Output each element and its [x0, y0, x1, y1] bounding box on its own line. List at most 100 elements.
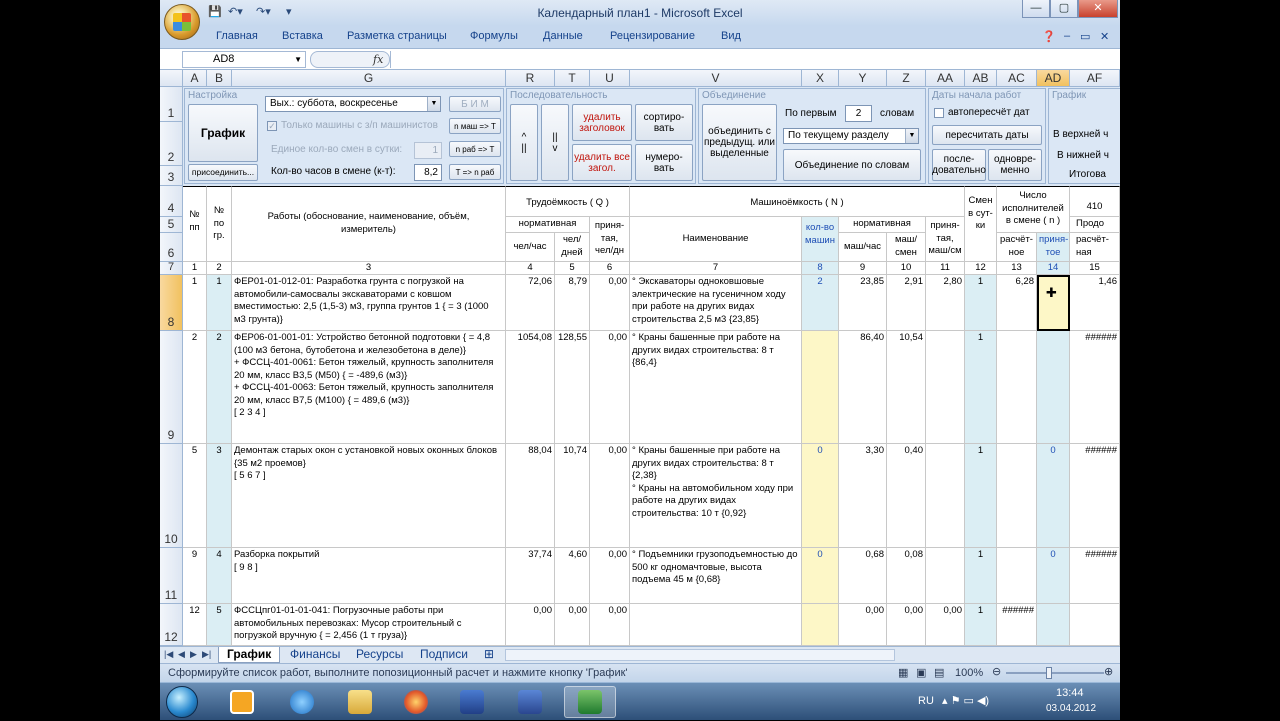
cell-q2[interactable]: 4,60: [555, 548, 590, 604]
cell-q1[interactable]: 88,04: [506, 444, 555, 548]
column-header[interactable]: G: [232, 70, 506, 87]
office-button[interactable]: [164, 4, 200, 40]
firefox-icon[interactable]: [390, 686, 442, 718]
cell-sh[interactable]: 1: [965, 331, 997, 444]
move-down-button[interactable]: || v: [541, 104, 569, 181]
column-header[interactable]: AB: [965, 70, 997, 87]
chevron-down-icon[interactable]: ▼: [905, 129, 918, 143]
cell-n[interactable]: 1: [183, 275, 207, 331]
simultaneous-button[interactable]: одновре- менно: [988, 149, 1042, 181]
cell-m1[interactable]: 0,00: [839, 604, 887, 646]
select-all-corner[interactable]: [160, 70, 183, 87]
cell-q1[interactable]: 72,06: [506, 275, 555, 331]
zoom-level[interactable]: 100%: [955, 667, 983, 679]
graph-total-option[interactable]: Итогова: [1069, 169, 1106, 180]
maximize-button[interactable]: ▢: [1050, 0, 1078, 18]
cell-calc[interactable]: [997, 444, 1037, 548]
row-header[interactable]: 1: [160, 87, 183, 122]
internet-explorer-icon[interactable]: [276, 686, 328, 718]
days-off-select[interactable]: Вых.: суббота, воскресенье ▼: [265, 96, 441, 112]
insert-sheet-icon[interactable]: ⊞: [476, 647, 502, 663]
only-machines-checkbox[interactable]: ✓: [267, 121, 277, 131]
cell-m2[interactable]: 0,08: [887, 548, 926, 604]
row-header[interactable]: 7: [160, 261, 183, 275]
column-header[interactable]: AF: [1070, 70, 1120, 87]
cell-work[interactable]: Демонтаж старых окон с установкой новых …: [232, 444, 506, 548]
name-box[interactable]: AD8 ▼: [182, 51, 306, 68]
last-sheet-icon[interactable]: ▶|: [202, 649, 211, 660]
row-header[interactable]: 10: [160, 444, 183, 548]
cell-m2[interactable]: 0,40: [887, 444, 926, 548]
cell-q2[interactable]: 0,00: [555, 604, 590, 646]
cell-work[interactable]: ФЕР01-01-012-01: Разработка грунта с пог…: [232, 275, 506, 331]
cell-q1[interactable]: 1054,08: [506, 331, 555, 444]
cell-cnt[interactable]: 0: [802, 548, 839, 604]
excel-taskbar-icon[interactable]: [564, 686, 616, 718]
cell-name[interactable]: ° Краны башенные при работе на других ви…: [630, 331, 802, 444]
cell-m2[interactable]: 10,54: [887, 331, 926, 444]
move-up-button[interactable]: ^ ||: [510, 104, 538, 181]
sort-button[interactable]: сортиро- вать: [635, 104, 693, 141]
row-header-selected[interactable]: 8: [160, 275, 183, 331]
cell-work[interactable]: ФССЦпг01-01-01-041: Погрузочные работы п…: [232, 604, 506, 646]
cell-cnt[interactable]: [802, 604, 839, 646]
tab-page-layout[interactable]: Разметка страницы: [347, 30, 447, 42]
prev-sheet-icon[interactable]: ◀: [178, 649, 185, 660]
row-header[interactable]: 4: [160, 186, 183, 217]
cell-m2[interactable]: 0,00: [887, 604, 926, 646]
cell-q3[interactable]: 0,00: [590, 604, 630, 646]
sheet-tab-signatures[interactable]: Подписи: [412, 647, 476, 663]
cell-acc[interactable]: [1037, 604, 1070, 646]
cell-name[interactable]: [630, 604, 802, 646]
cell-name[interactable]: ° Краны башенные при работе на других ви…: [630, 444, 802, 548]
row-header[interactable]: 6: [160, 233, 183, 262]
row-header[interactable]: 3: [160, 166, 183, 186]
delete-header-button[interactable]: удалить заголовок: [572, 104, 632, 141]
delete-all-headers-button[interactable]: удалить все загол.: [572, 144, 632, 181]
single-shifts-input[interactable]: 1: [414, 142, 442, 159]
n-rab-to-t-button[interactable]: n раб => T: [449, 141, 501, 157]
cell-calc[interactable]: [997, 548, 1037, 604]
cell-q2[interactable]: 10,74: [555, 444, 590, 548]
ribbon-close-icon[interactable]: ✕: [1100, 30, 1109, 43]
chevron-down-icon[interactable]: ▼: [427, 97, 440, 111]
cell-q3[interactable]: 0,00: [590, 275, 630, 331]
graph-bottom-option[interactable]: В нижней ч: [1057, 150, 1109, 161]
spreadsheet-grid[interactable]: A B G R T U V X Y Z AA AB AC AD AF 1 2 3…: [160, 70, 1120, 646]
cell-m1[interactable]: 0,68: [839, 548, 887, 604]
cell-sh[interactable]: 1: [965, 604, 997, 646]
cell-p[interactable]: 1,46: [1070, 275, 1120, 331]
cell-acc[interactable]: 0: [1037, 444, 1070, 548]
file-explorer-icon[interactable]: [334, 686, 386, 718]
tab-view[interactable]: Вид: [721, 30, 741, 42]
row-header[interactable]: 9: [160, 331, 183, 444]
cell-work[interactable]: Разборка покрытий [ 9 8 ]: [232, 548, 506, 604]
minimize-button[interactable]: —: [1022, 0, 1050, 18]
insert-function-icon[interactable]: fx: [373, 53, 383, 66]
cell-gr[interactable]: 1: [207, 275, 232, 331]
cell-gr[interactable]: 5: [207, 604, 232, 646]
cell-p[interactable]: [1070, 604, 1120, 646]
column-header[interactable]: AC: [997, 70, 1037, 87]
view-normal-icon[interactable]: ▦: [898, 666, 908, 679]
cell-p[interactable]: ######: [1070, 444, 1120, 548]
attach-button[interactable]: присоединить...: [188, 164, 258, 181]
cell-name[interactable]: ° Экскаваторы одноковшовые электрические…: [630, 275, 802, 331]
zoom-out-icon[interactable]: ⊖: [992, 665, 1001, 678]
cell-q3[interactable]: 0,00: [590, 331, 630, 444]
cell-gr[interactable]: 2: [207, 331, 232, 444]
cell-gr[interactable]: 3: [207, 444, 232, 548]
cell-calc[interactable]: ######: [997, 604, 1037, 646]
zoom-slider[interactable]: [1006, 672, 1104, 674]
cell-sh[interactable]: 1: [965, 548, 997, 604]
cell-calc[interactable]: [997, 331, 1037, 444]
auto-recalc-checkbox[interactable]: [934, 108, 944, 118]
cell-work[interactable]: ФЕР06-01-001-01: Устройство бетонной под…: [232, 331, 506, 444]
cell-q3[interactable]: 0,00: [590, 548, 630, 604]
formula-input[interactable]: [390, 51, 1120, 68]
cell-m3[interactable]: [926, 548, 965, 604]
sheet-tab-graph[interactable]: График: [218, 647, 281, 663]
close-button[interactable]: ✕: [1078, 0, 1118, 18]
column-header[interactable]: Y: [839, 70, 887, 87]
cell-cnt[interactable]: 0: [802, 444, 839, 548]
